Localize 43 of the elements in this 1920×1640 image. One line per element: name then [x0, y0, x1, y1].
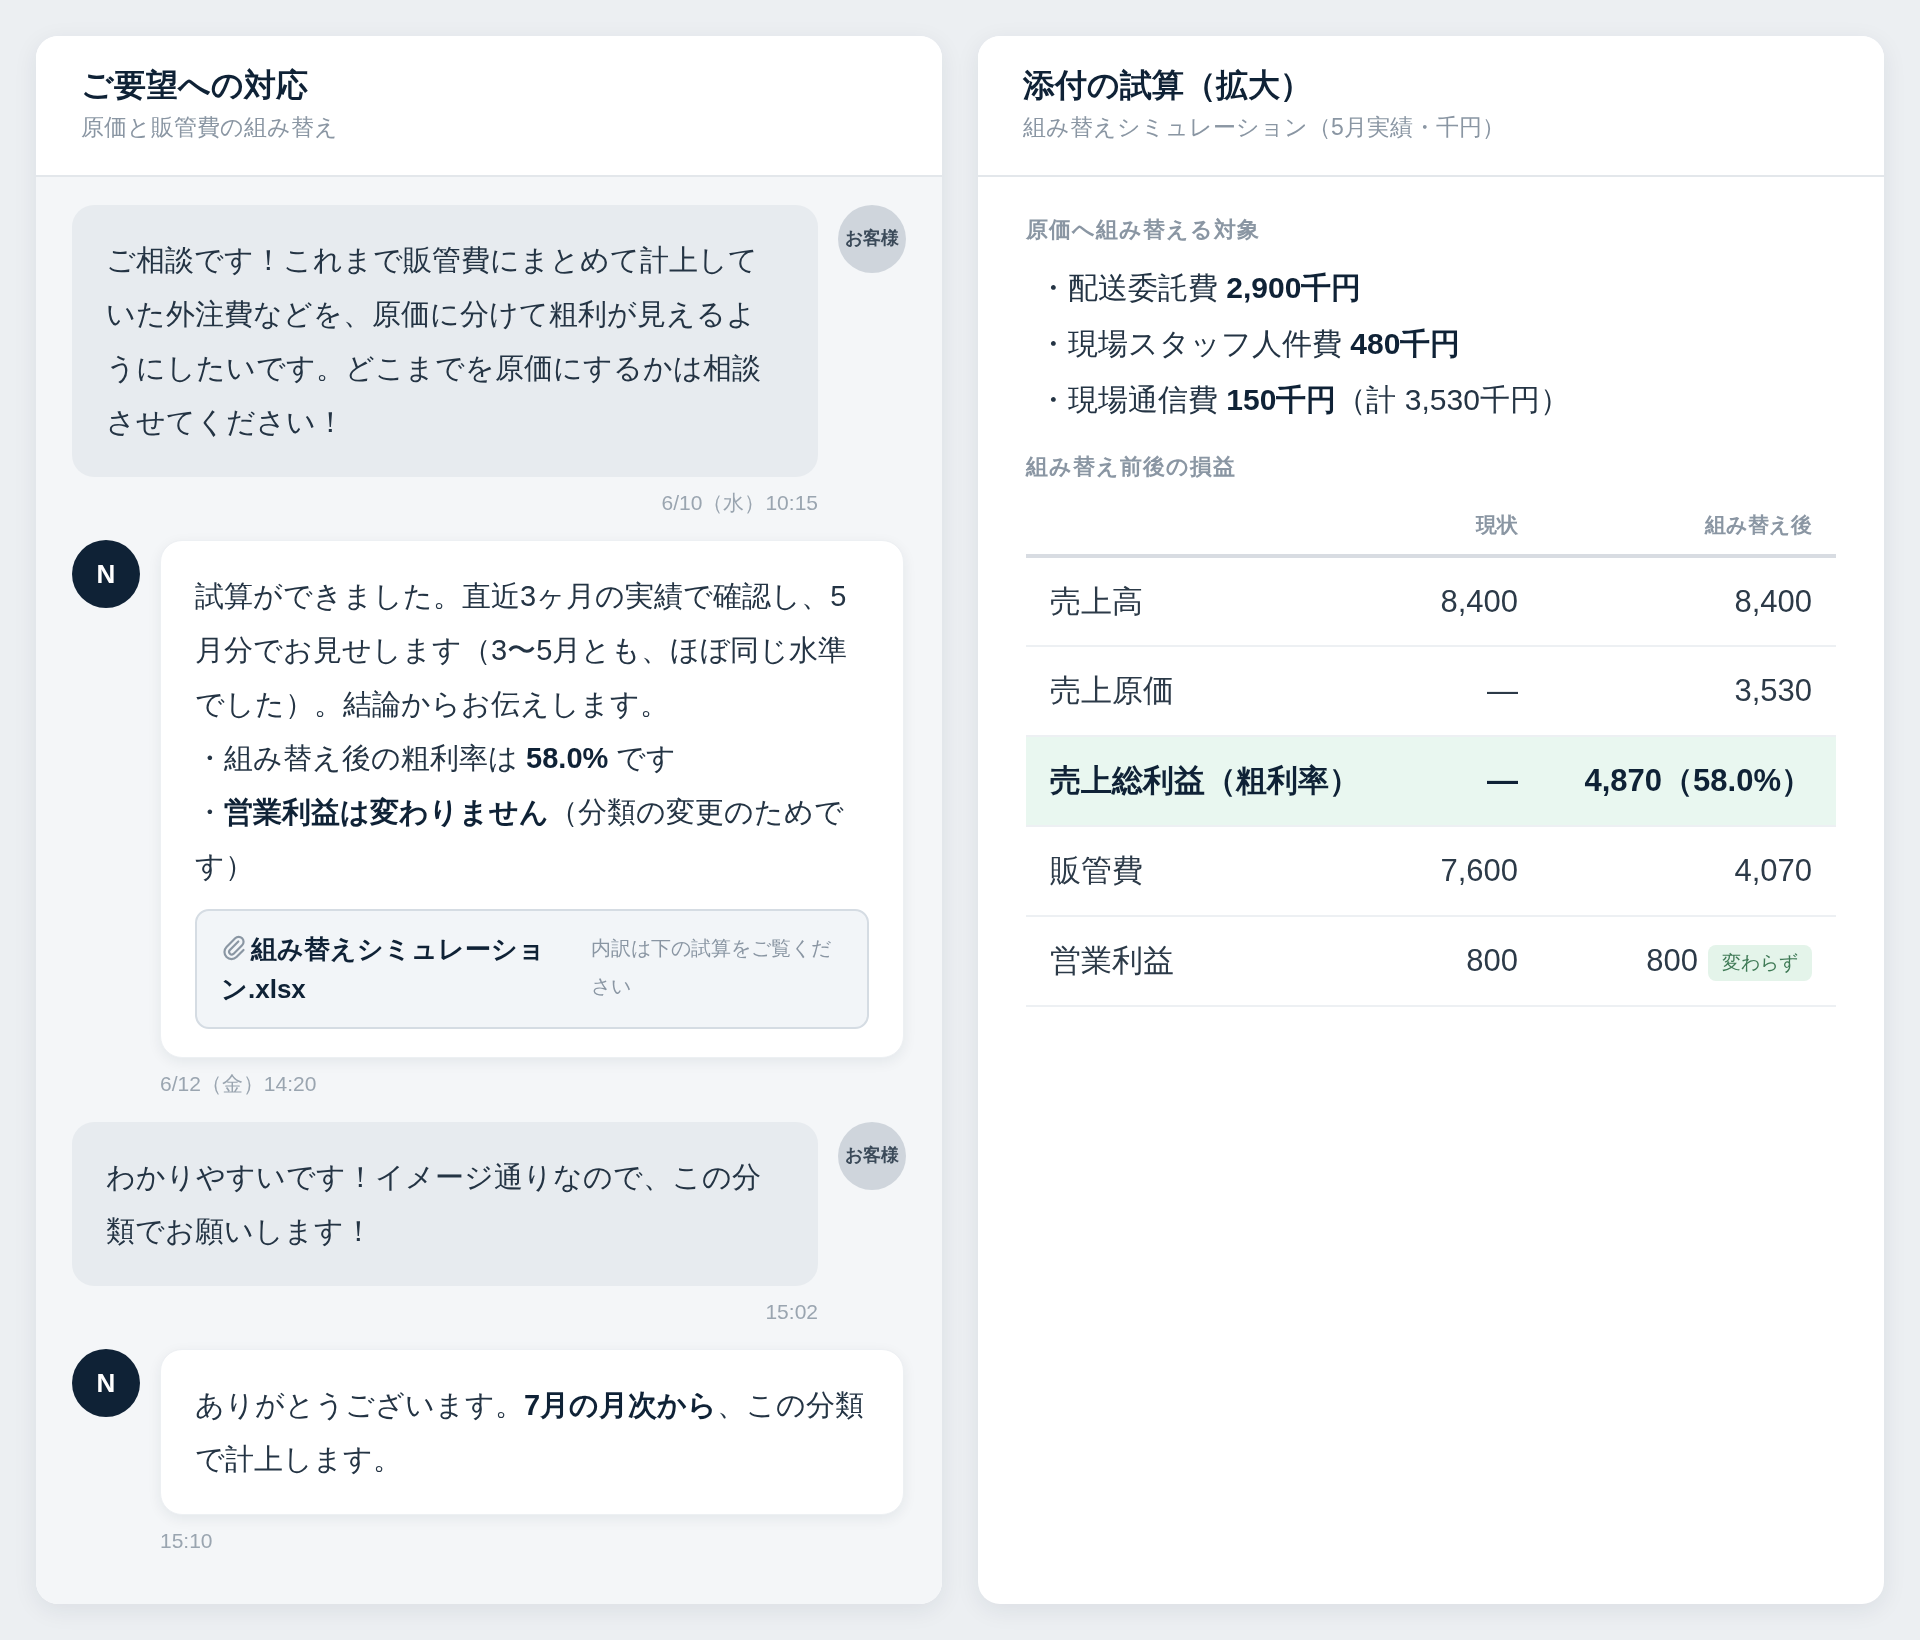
- message-time: 15:10: [160, 1528, 214, 1555]
- table-cell: 8,400: [1408, 556, 1542, 647]
- message-text: わかりやすいです！イメージ通りなので、この分類でお願いします！: [106, 1159, 762, 1249]
- panel-subtitle: 原価と販管費の組み替え: [81, 113, 339, 143]
- message-text: 試算ができました。直近3ヶ月の実績で確認し、5月分でお見せします（3〜5月とも、ほぼ同じ水準でした）。結論からお伝えします。: [195, 579, 849, 723]
- message-text: ありがとうございます。7月の月次から、この分類で計上します。: [195, 1388, 866, 1478]
- message-text: ・組み替え後の粗利率は 58.0% です: [195, 741, 678, 777]
- section-heading: 組み替え前後の損益: [1026, 452, 1237, 481]
- message-time: 6/12（金）14:20: [160, 1071, 318, 1098]
- table-cell: 8,400: [1734, 583, 1812, 619]
- paperclip-icon: [221, 935, 247, 962]
- target-item: ・現場通信費 150千円（計 3,530千円）: [1038, 381, 1571, 418]
- avatar: N: [72, 1349, 140, 1418]
- attachment-name: 組み替えシミュレーション.xlsx: [221, 933, 546, 1007]
- message-time: 15:02: [764, 1298, 818, 1325]
- table-cell: —: [1408, 736, 1542, 827]
- panel-title: ご要望への対応: [81, 66, 309, 105]
- row-label: 販管費: [1026, 826, 1408, 917]
- status-tag: 変わらず: [1708, 944, 1812, 982]
- table-cell: 4,870（58.0%）: [1584, 763, 1812, 799]
- message-text: ・営業利益は変わりません（分類の変更のためです）: [195, 795, 845, 885]
- attachment-note: 内訳は下の試算をご覧ください: [591, 936, 832, 1000]
- target-item: ・現場スタッフ人件費 480千円: [1038, 325, 1462, 362]
- target-item: ・配送委託費 2,900千円: [1038, 269, 1363, 306]
- message-time: 6/10（水）10:15: [660, 489, 818, 516]
- table-cell: 7,600: [1408, 826, 1542, 917]
- column-header: 組み替え後: [1542, 508, 1836, 557]
- row-label: 営業利益: [1026, 916, 1408, 1007]
- row-label: 売上高: [1026, 556, 1408, 647]
- avatar: N: [72, 540, 140, 609]
- section-heading: 原価へ組み替える対象: [1026, 215, 1261, 244]
- table-cell: 4,070: [1734, 853, 1812, 889]
- table-cell: 800: [1646, 943, 1698, 979]
- avatar: お客様: [838, 204, 906, 273]
- message-text: ご相談です！これまで販管費にまとめて計上していた外注費などを、原価に分けて粗利が見えるようにしたいです。どこまでを原価にするかは相談させてください！: [106, 242, 762, 440]
- attachment-card[interactable]: 組み替えシミュレーション.xlsx 内訳は下の試算をご覧ください: [195, 909, 869, 1030]
- column-header: 現状: [1408, 508, 1542, 557]
- table-cell: 800: [1408, 916, 1542, 1007]
- row-label: 売上総利益（粗利率）: [1026, 736, 1408, 827]
- panel-subtitle: 組み替えシミュレーション（5月実績・千円）: [1023, 113, 1506, 143]
- table-cell: 3,530: [1734, 673, 1812, 709]
- panel-title: 添付の試算（拡大）: [1023, 66, 1313, 105]
- avatar: お客様: [838, 1121, 906, 1190]
